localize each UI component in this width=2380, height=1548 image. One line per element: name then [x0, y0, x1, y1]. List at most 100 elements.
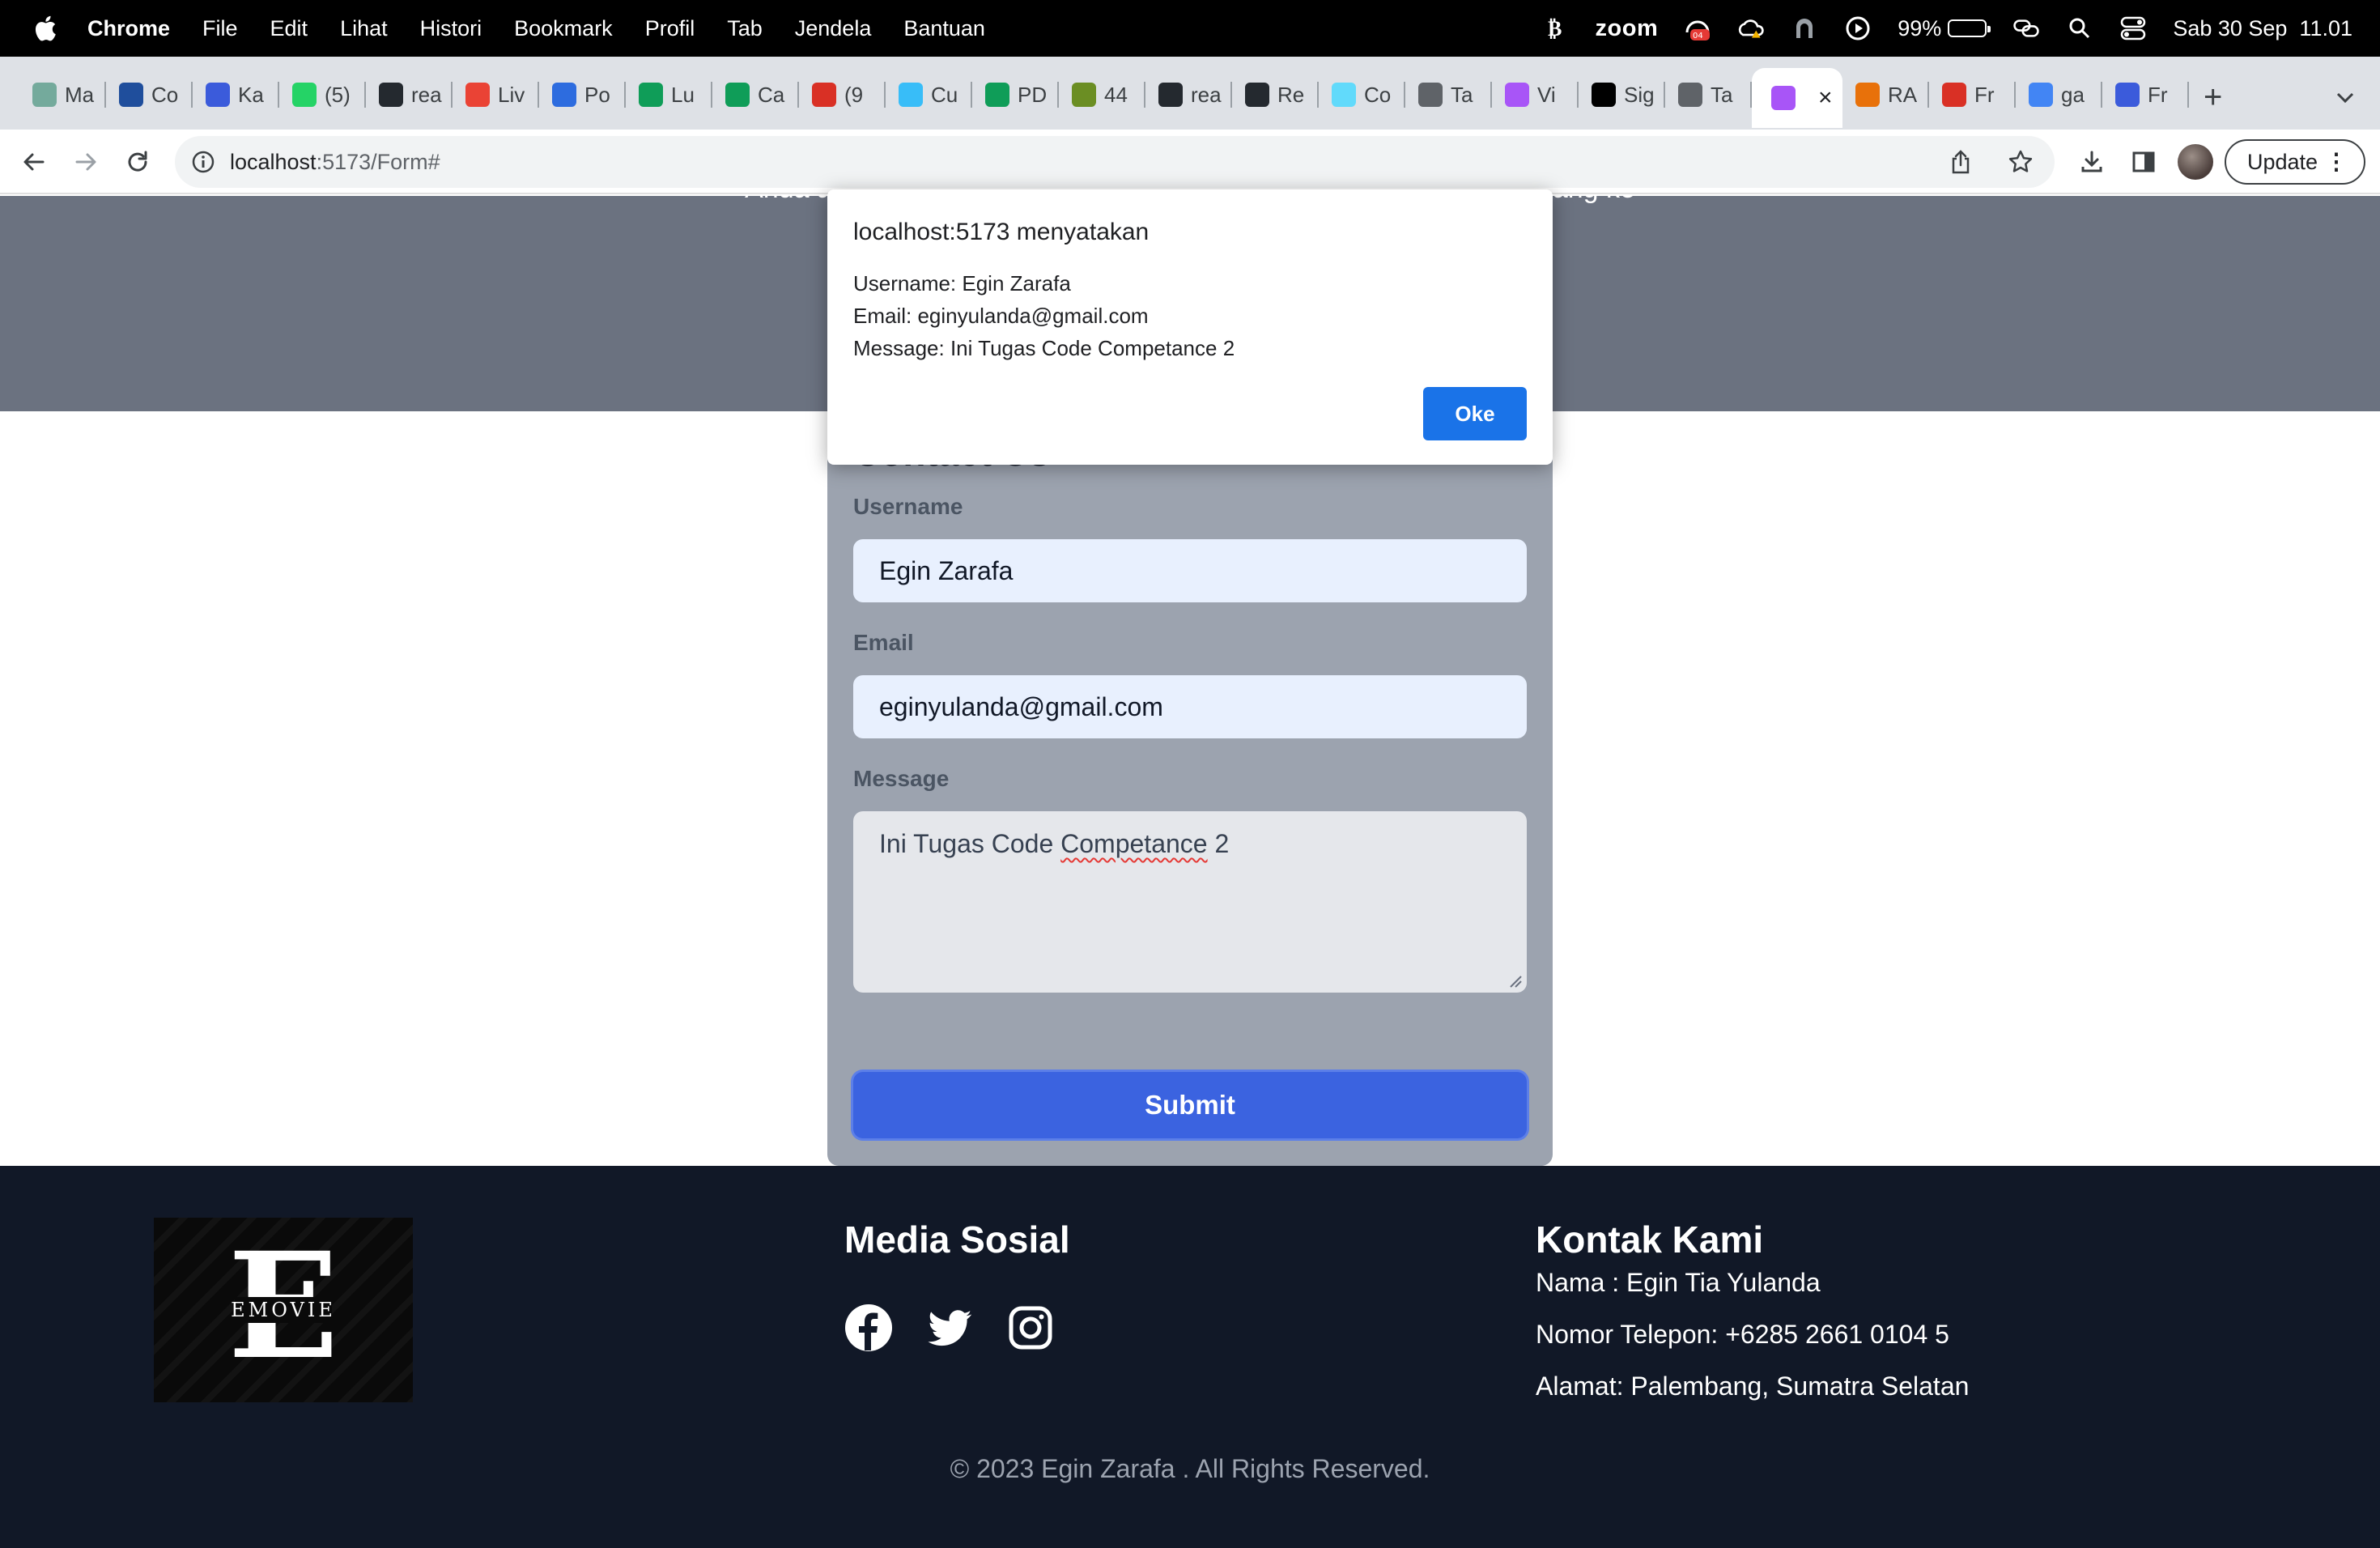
new-tab-icon[interactable]: + — [2204, 81, 2222, 113]
back-arrow-icon[interactable] — [18, 146, 50, 178]
browser-tab[interactable]: Ta — [1665, 72, 1752, 117]
submit-button[interactable]: Submit — [853, 1072, 1527, 1138]
address-bar[interactable]: localhost:5173/Form# — [175, 136, 2055, 188]
macos-menu-bar: Chrome File Edit Lihat Histori Bookmark … — [0, 0, 2380, 57]
dialog-message: Username: Egin Zarafa Email: eginyulanda… — [853, 267, 1235, 364]
resize-handle-icon[interactable] — [1507, 973, 1522, 988]
google-icon — [2029, 83, 2053, 107]
browser-tab[interactable]: 44 — [1059, 72, 1145, 117]
browser-tab[interactable]: ga — [2016, 72, 2102, 117]
downloads-icon[interactable] — [2076, 146, 2108, 178]
facebook-icon[interactable] — [844, 1303, 893, 1352]
message-text: Ini Tugas Code — [879, 829, 1061, 858]
zoom-menu-item[interactable]: zoom — [1596, 15, 1659, 42]
browser-tab[interactable]: Co — [1319, 72, 1405, 117]
update-button[interactable]: Update ⋮ — [2225, 139, 2365, 185]
browser-tab[interactable]: PD — [972, 72, 1059, 117]
forward-arrow-icon[interactable] — [70, 146, 102, 178]
browser-tab[interactable]: (9 — [799, 72, 886, 117]
browser-tab[interactable]: rea — [1145, 72, 1232, 117]
menu-bantuan[interactable]: Bantuan — [903, 16, 985, 41]
tab-label: RA — [1888, 82, 1918, 107]
clock-datetime[interactable]: Sab 30 Sep 11.01 — [2173, 16, 2352, 41]
menu-lihat[interactable]: Lihat — [340, 16, 388, 41]
chrome-tab-strip: Ma Co Ka (5) rea Liv Po Lu Ca (9 Cu PD 44 rea Re Co Ta Vi… — [0, 57, 2380, 139]
reload-icon[interactable] — [121, 146, 154, 178]
zotero-icon — [552, 83, 576, 107]
tab-label: PD — [1018, 82, 1048, 107]
twitter-icon[interactable] — [925, 1303, 974, 1352]
tab-active[interactable]: × — [1752, 68, 1842, 128]
browser-tab[interactable]: Co — [106, 72, 193, 117]
alert-dialog: localhost:5173 menyatakan Username: Egin… — [827, 189, 1553, 465]
message-textarea[interactable]: Ini Tugas Code Competance 2 — [853, 811, 1527, 993]
dialog-line-message: Message: Ini Tugas Code Competance 2 — [853, 336, 1235, 360]
browser-tab[interactable]: Lu — [626, 72, 712, 117]
browser-tab[interactable]: Ka — [193, 72, 279, 117]
battery-indicator[interactable]: 99% — [1898, 16, 1991, 41]
email-input[interactable]: eginyulanda@gmail.com — [853, 675, 1527, 738]
control-center-icon[interactable] — [2119, 15, 2147, 42]
bookmark-star-icon[interactable] — [2006, 147, 2035, 176]
browser-tab[interactable]: RA — [1842, 72, 1929, 117]
creative-cloud-icon[interactable] — [1737, 15, 1765, 42]
menu-edit[interactable]: Edit — [270, 16, 308, 41]
contact-form: Contact Us Username Egin Zarafa Email eg… — [827, 411, 1553, 1166]
site-info-icon[interactable] — [191, 150, 215, 174]
tab-search-chevron-icon[interactable] — [2333, 85, 2357, 109]
portal-icon — [1072, 83, 1096, 107]
tab-label: Re — [1277, 82, 1305, 107]
battery-icon — [1948, 19, 1991, 37]
close-tab-icon[interactable]: × — [1818, 84, 1833, 112]
browser-tab[interactable]: Liv — [453, 72, 539, 117]
browser-tab[interactable]: Vi — [1492, 72, 1579, 117]
side-panel-icon[interactable] — [2127, 146, 2160, 178]
play-circle-icon[interactable] — [1844, 15, 1872, 42]
bitcoin-icon[interactable]: ₿ — [1542, 15, 1570, 42]
browser-tab[interactable]: Fr — [2102, 72, 2189, 117]
spotlight-search-icon[interactable] — [2066, 15, 2093, 42]
browser-tab[interactable]: Ma — [19, 72, 106, 117]
url-host: localhost — [230, 149, 317, 174]
message-label: Message — [853, 766, 950, 791]
menu-profil[interactable]: Profil — [645, 16, 695, 41]
browser-tab[interactable]: Cu — [886, 72, 972, 117]
contact-phone: Nomor Telepon: +6285 2661 0104 5 — [1536, 1320, 1949, 1349]
dialog-ok-button[interactable]: Oke — [1423, 387, 1527, 440]
menu-jendela[interactable]: Jendela — [795, 16, 872, 41]
tab-separator — [2187, 82, 2189, 108]
github-icon — [1245, 83, 1269, 107]
badge-909-icon — [812, 83, 836, 107]
tab-label: ga — [2061, 82, 2085, 107]
browser-tab[interactable]: (5) — [279, 72, 366, 117]
message-text-end: 2 — [1207, 829, 1230, 858]
browser-tab[interactable]: Fr — [1929, 72, 2016, 117]
menu-app-name[interactable]: Chrome — [87, 16, 170, 41]
chrome-menu-icon[interactable]: ⋮ — [2325, 151, 2348, 173]
browser-tab[interactable]: Re — [1232, 72, 1319, 117]
speedtest-icon[interactable]: 04 — [1684, 15, 1711, 42]
profile-avatar[interactable] — [2178, 144, 2213, 180]
tab-label: Liv — [498, 82, 525, 107]
logo-text: EMOVIE — [231, 1299, 336, 1321]
browser-tab[interactable]: Ta — [1405, 72, 1492, 117]
screen-mirroring-icon[interactable] — [2012, 15, 2040, 42]
tab-label: Fr — [1974, 82, 1995, 107]
browser-tab[interactable]: Sig — [1579, 72, 1665, 117]
menu-histori[interactable]: Histori — [420, 16, 482, 41]
apple-logo-icon[interactable] — [31, 14, 58, 43]
menu-tab[interactable]: Tab — [727, 16, 763, 41]
username-input[interactable]: Egin Zarafa — [853, 539, 1527, 602]
speedtest-badge: 04 — [1693, 32, 1703, 40]
contact-name: Nama : Egin Tia Yulanda — [1536, 1268, 1821, 1297]
browser-tab[interactable]: Ca — [712, 72, 799, 117]
menu-bookmark[interactable]: Bookmark — [514, 16, 613, 41]
whatsapp-icon — [292, 83, 317, 107]
browser-tab[interactable]: Po — [539, 72, 626, 117]
instagram-icon[interactable] — [1006, 1303, 1055, 1352]
github-icon — [379, 83, 403, 107]
airplay-icon[interactable] — [1791, 15, 1818, 42]
menu-file[interactable]: File — [202, 16, 238, 41]
browser-tab[interactable]: rea — [366, 72, 453, 117]
share-icon[interactable] — [1946, 147, 1975, 176]
